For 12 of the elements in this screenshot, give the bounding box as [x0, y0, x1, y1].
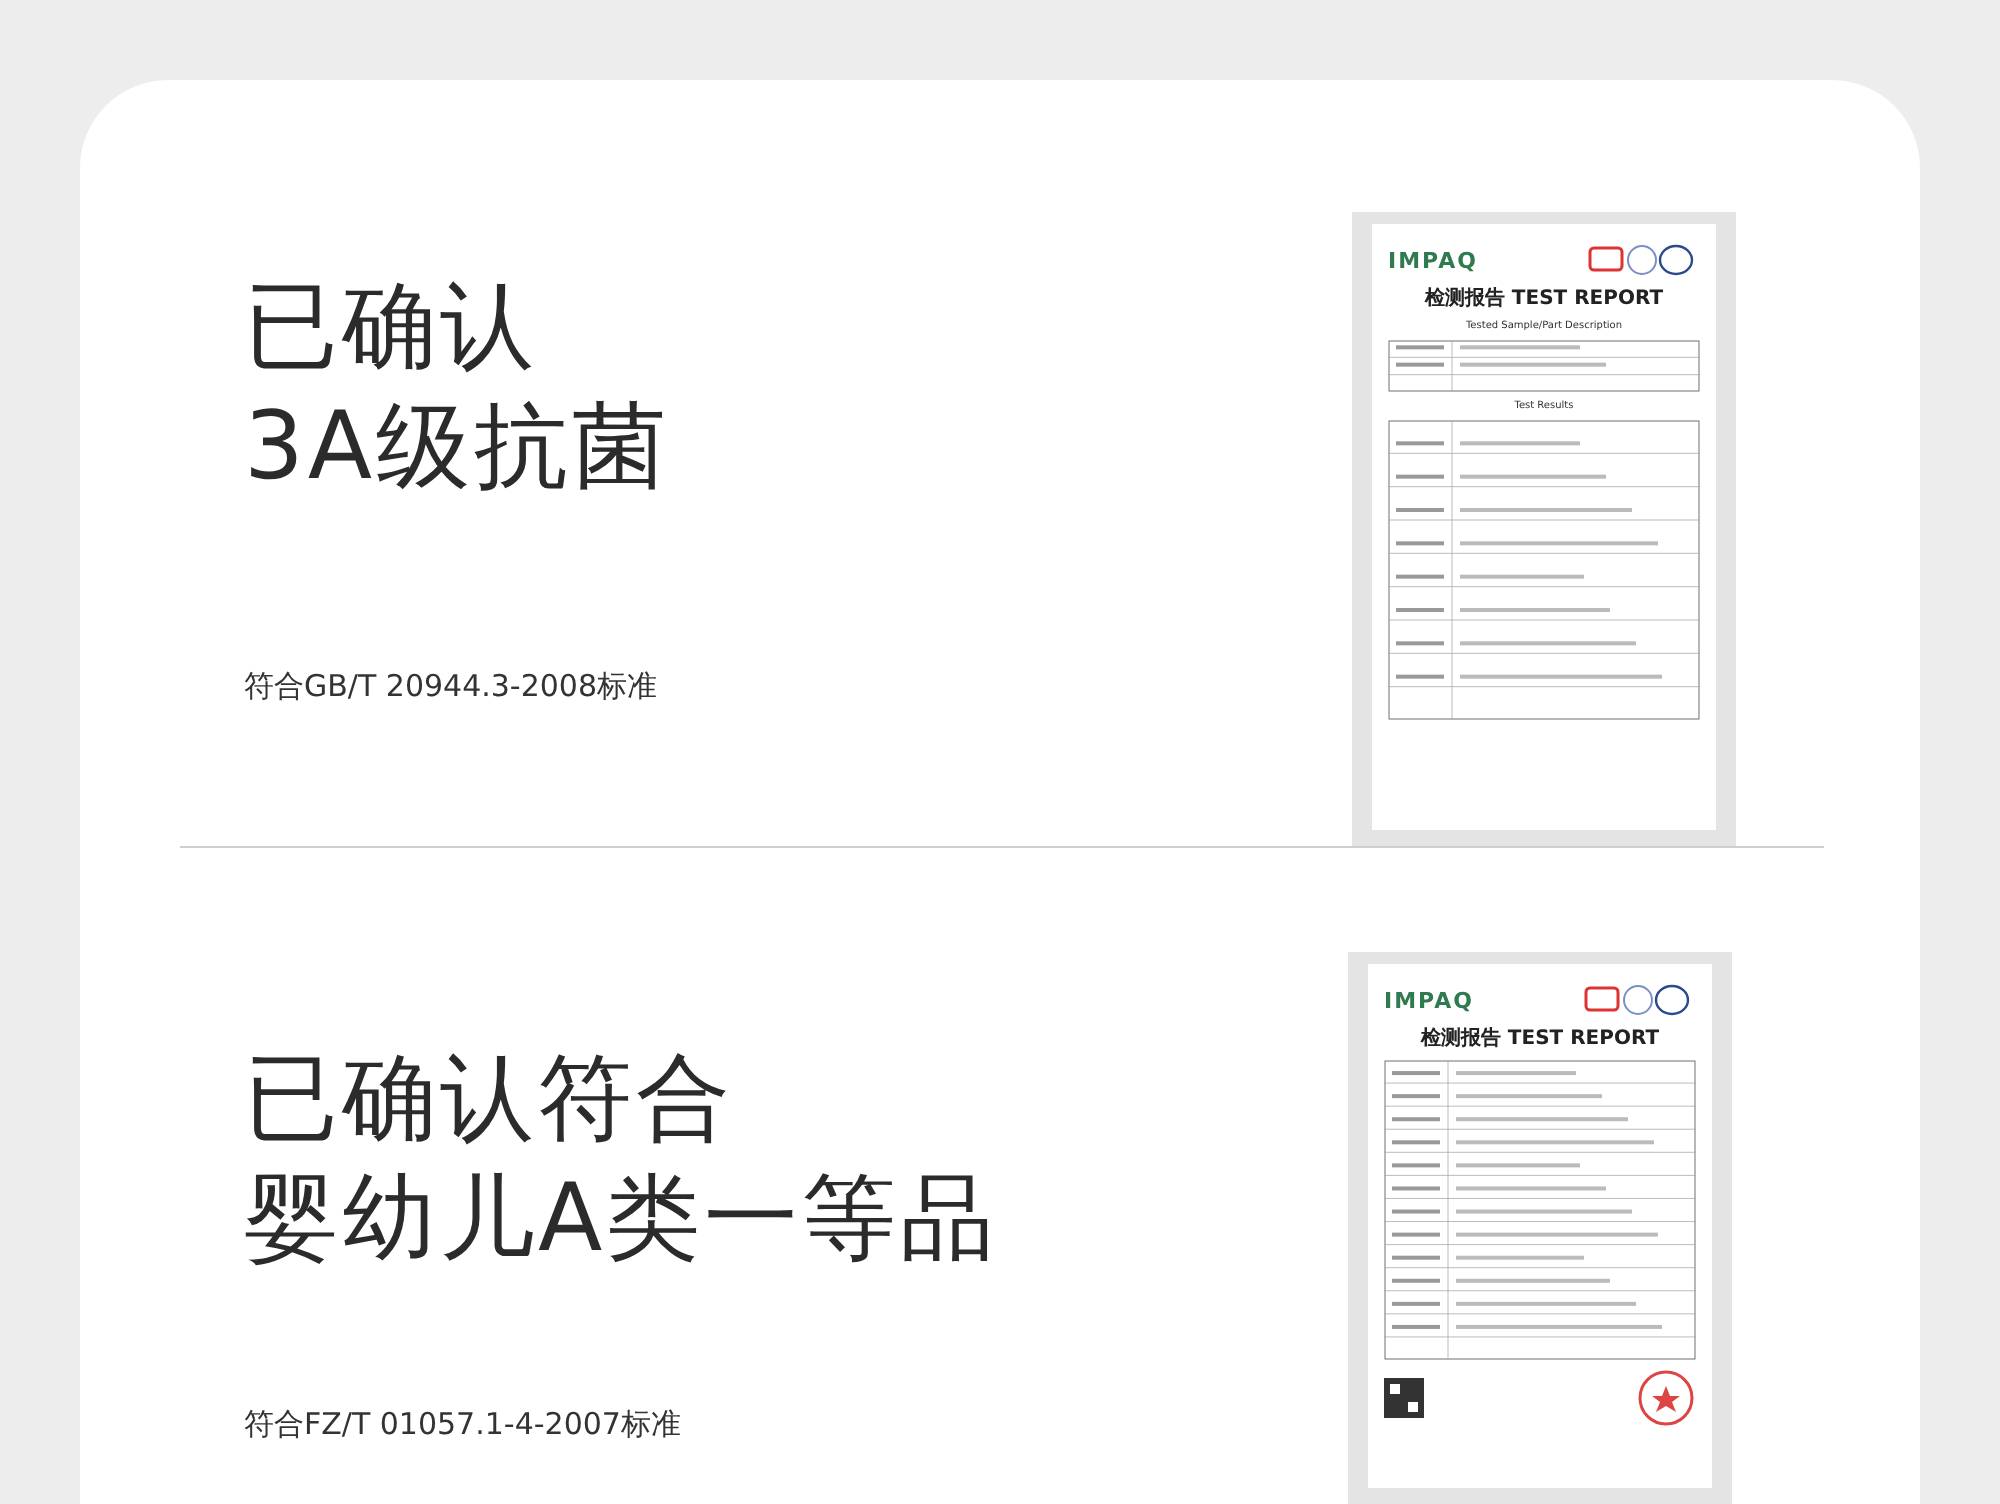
report-logo: IMPAQ: [1384, 987, 1474, 1013]
standard-caption: 符合FZ/T 01057.1-4-2007标准: [244, 1406, 683, 1444]
heading-line: 已确认: [244, 270, 540, 386]
document-title: 检测报告 TEST REPORT: [1422, 285, 1666, 312]
heading-line: 3A级抗菌: [244, 390, 671, 506]
stamp-icon: [1636, 1368, 1696, 1428]
heading-line: 已确认符合: [244, 1042, 736, 1158]
document-title: 检测报告 TEST REPORT: [1418, 1025, 1662, 1052]
standard-caption: 符合GB/T 20944.3-2008标准: [244, 668, 660, 706]
heading-line: 婴幼儿A类一等品: [244, 1162, 999, 1278]
report-logo: IMPAQ: [1388, 247, 1478, 273]
qr-code-icon: [1384, 1378, 1424, 1418]
